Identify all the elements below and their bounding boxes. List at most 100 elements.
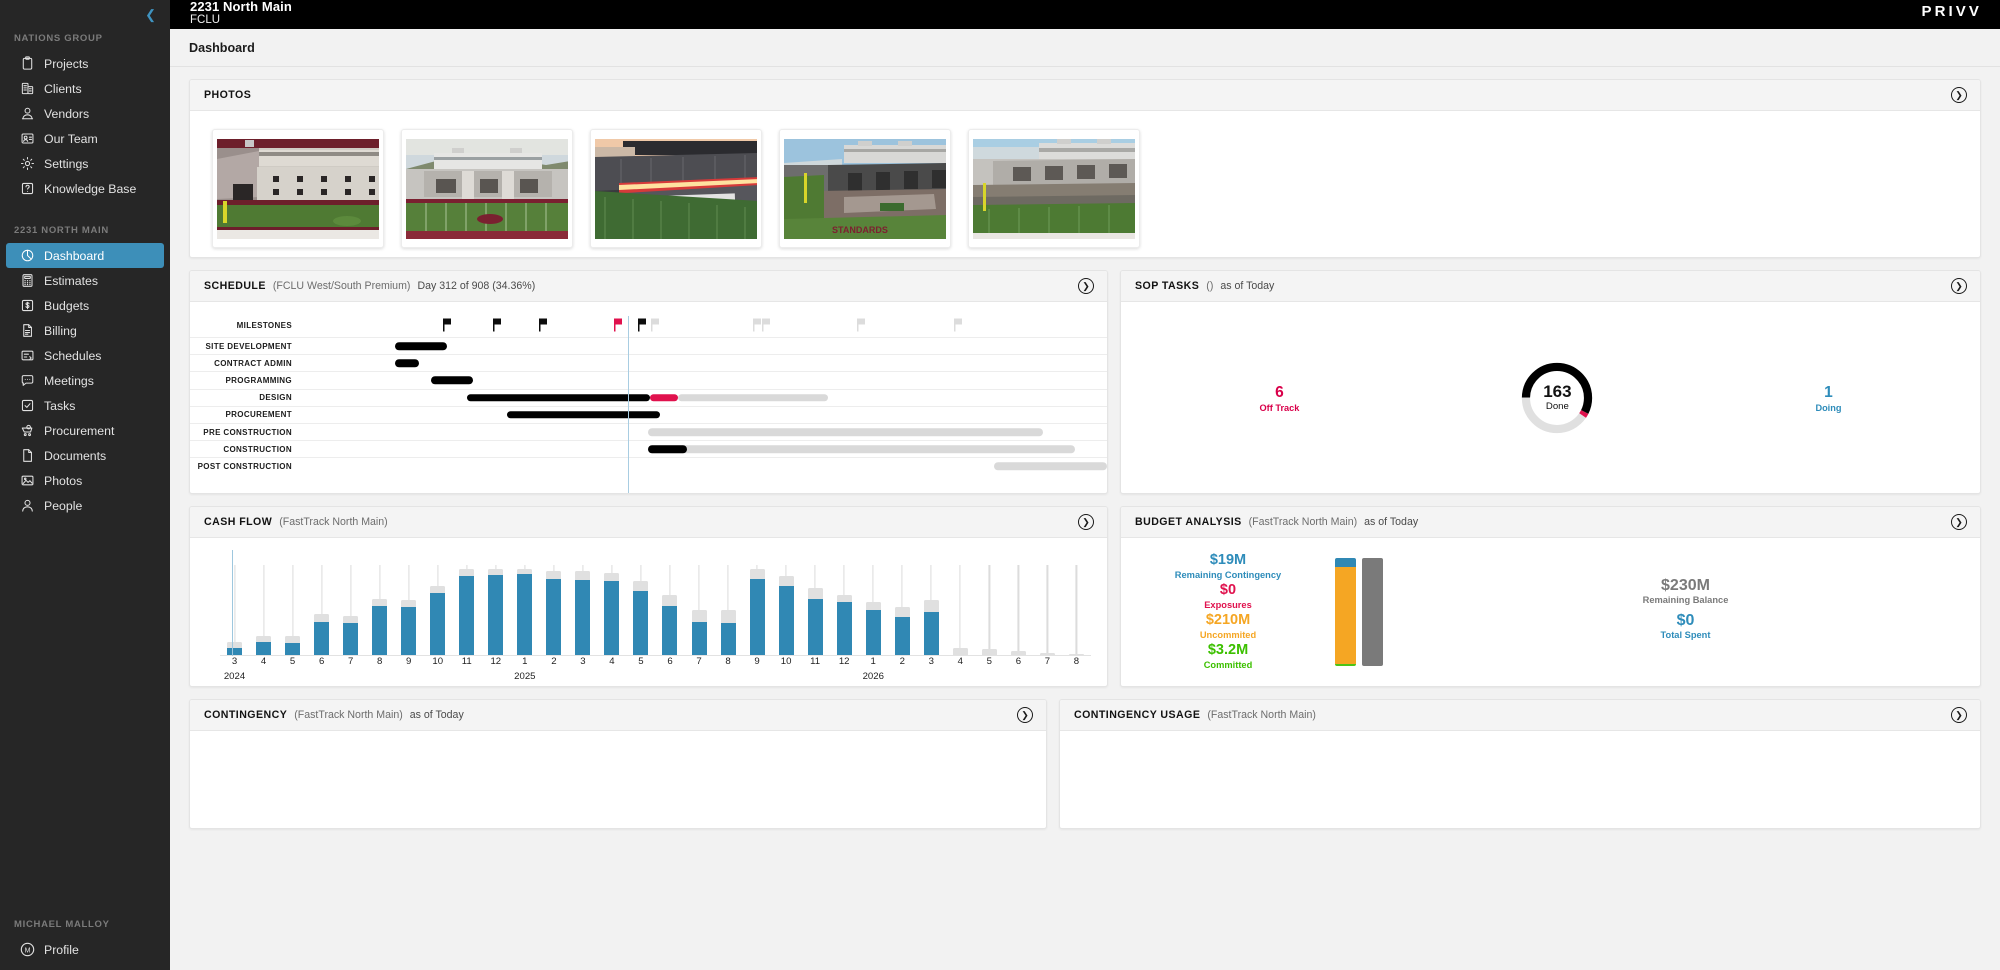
photo-thumbnail[interactable] xyxy=(590,129,762,248)
cash-flow-column[interactable] xyxy=(307,548,336,655)
cash-flow-column[interactable] xyxy=(743,548,772,655)
gantt-bar[interactable] xyxy=(677,393,828,402)
cash-flow-projected-segment xyxy=(430,585,446,593)
cash-flow-column[interactable] xyxy=(1033,548,1062,655)
circle-chevron-right-icon[interactable]: ❯ xyxy=(1951,278,1967,294)
clipboard-icon xyxy=(20,56,35,71)
milestone-flag-icon[interactable] xyxy=(857,318,866,332)
sop-doing-stat[interactable]: 1 Doing xyxy=(1815,383,1841,413)
gantt-bar[interactable] xyxy=(394,342,447,350)
sidebar-item-clients[interactable]: Clients xyxy=(6,76,164,101)
circle-chevron-right-icon[interactable]: ❯ xyxy=(1017,707,1033,723)
cash-flow-card: CASH FLOW (FastTrack North Main) ❯ 3 4 5… xyxy=(189,506,1108,687)
sidebar-item-documents[interactable]: Documents xyxy=(6,443,164,468)
cash-flow-column[interactable] xyxy=(975,548,1004,655)
gantt-bar[interactable] xyxy=(394,359,419,368)
cash-flow-projected-segment xyxy=(575,571,591,580)
photo-thumbnail[interactable] xyxy=(968,129,1140,248)
milestone-flag-icon[interactable] xyxy=(954,318,963,332)
gantt-bar[interactable] xyxy=(648,445,687,453)
sidebar-collapse-button[interactable]: ❮ xyxy=(0,0,170,24)
sidebar-item-budgets[interactable]: Budgets xyxy=(6,293,164,318)
contingency-usage-card-body xyxy=(1060,731,1980,828)
gantt-bar[interactable] xyxy=(467,393,650,402)
sidebar-item-schedules[interactable]: Schedules xyxy=(6,343,164,368)
cash-flow-column[interactable] xyxy=(539,548,568,655)
cash-flow-column[interactable] xyxy=(452,548,481,655)
milestone-flag-icon[interactable] xyxy=(651,318,660,332)
sop-offtrack-stat[interactable]: 6 Off Track xyxy=(1260,383,1300,413)
cash-flow-projected-segment xyxy=(604,572,620,581)
cash-flow-column[interactable] xyxy=(655,548,684,655)
sidebar-item-profile[interactable]: M Profile xyxy=(6,937,164,962)
cash-flow-month-label: 9 xyxy=(406,656,412,667)
circle-chevron-right-icon[interactable]: ❯ xyxy=(1078,514,1094,530)
sidebar-item-knowledge-base[interactable]: Knowledge Base xyxy=(6,176,164,201)
cash-flow-column[interactable] xyxy=(917,548,946,655)
milestone-flag-icon[interactable] xyxy=(442,318,452,332)
photo-thumbnail[interactable] xyxy=(212,129,384,248)
circle-chevron-right-icon[interactable]: ❯ xyxy=(1078,278,1094,294)
cash-flow-actual-segment xyxy=(343,622,359,655)
cash-flow-actual-segment xyxy=(749,578,765,655)
milestone-flag-icon[interactable] xyxy=(761,318,771,332)
milestone-flag-icon[interactable] xyxy=(637,318,647,332)
cash-flow-column[interactable] xyxy=(685,548,714,655)
circle-chevron-right-icon[interactable]: ❯ xyxy=(1951,514,1967,530)
cash-flow-column[interactable] xyxy=(830,548,859,655)
gantt-bar[interactable] xyxy=(507,411,661,419)
cash-flow-month-label: 5 xyxy=(986,656,992,667)
circle-chevron-right-icon[interactable]: ❯ xyxy=(1951,87,1967,103)
sidebar-item-settings[interactable]: Settings xyxy=(6,151,164,176)
photos-card: PHOTOS ❯ STANDARDS xyxy=(189,79,1981,258)
sidebar-item-label: Our Team xyxy=(44,131,98,146)
cash-flow-column[interactable] xyxy=(568,548,597,655)
cash-flow-column[interactable] xyxy=(626,548,655,655)
sidebar-item-our-team[interactable]: Our Team xyxy=(6,126,164,151)
gantt-bar[interactable] xyxy=(648,445,1075,453)
cash-flow-column[interactable] xyxy=(365,548,394,655)
cash-flow-column[interactable] xyxy=(394,548,423,655)
cash-flow-column[interactable] xyxy=(278,548,307,655)
cash-flow-column[interactable] xyxy=(510,548,539,655)
cash-flow-column[interactable] xyxy=(772,548,801,655)
milestone-flag-icon[interactable] xyxy=(539,318,548,332)
sidebar-item-vendors[interactable]: Vendors xyxy=(6,101,164,126)
sidebar-item-label: Photos xyxy=(44,473,83,488)
cash-flow-column[interactable] xyxy=(481,548,510,655)
gantt-bar[interactable] xyxy=(648,428,1043,436)
photo-thumbnail[interactable] xyxy=(401,129,573,248)
page-title: Dashboard xyxy=(189,40,255,55)
sidebar-item-dashboard[interactable]: Dashboard xyxy=(6,243,164,268)
sidebar-item-tasks[interactable]: Tasks xyxy=(6,393,164,418)
cash-flow-column[interactable] xyxy=(801,548,830,655)
gantt-bar[interactable] xyxy=(430,376,473,385)
gantt-bar[interactable] xyxy=(649,393,678,402)
sidebar-item-estimates[interactable]: Estimates xyxy=(6,268,164,293)
photo-thumbnail[interactable]: STANDARDS xyxy=(779,129,951,248)
cash-flow-column[interactable] xyxy=(946,548,975,655)
cash-flow-column[interactable] xyxy=(1004,548,1033,655)
cash-flow-column[interactable] xyxy=(859,548,888,655)
sidebar-item-billing[interactable]: Billing xyxy=(6,318,164,343)
cash-flow-column[interactable] xyxy=(1062,548,1091,655)
cash-flow-projected-segment xyxy=(662,595,678,607)
budget-asof: as of Today xyxy=(1364,516,1419,528)
milestone-flag-icon[interactable] xyxy=(752,318,762,332)
cash-flow-column[interactable] xyxy=(336,548,365,655)
cash-flow-column[interactable] xyxy=(888,548,917,655)
sidebar-item-procurement[interactable]: Procurement xyxy=(6,418,164,443)
milestone-flag-icon[interactable] xyxy=(614,318,623,332)
cash-flow-column[interactable] xyxy=(220,548,249,655)
sidebar-item-meetings[interactable]: Meetings xyxy=(6,368,164,393)
sidebar-item-projects[interactable]: Projects xyxy=(6,51,164,76)
gantt-bar[interactable] xyxy=(994,462,1107,471)
cash-flow-column[interactable] xyxy=(597,548,626,655)
circle-chevron-right-icon[interactable]: ❯ xyxy=(1951,707,1967,723)
milestone-flag-icon[interactable] xyxy=(492,318,502,332)
sidebar-item-people[interactable]: People xyxy=(6,493,164,518)
sidebar-item-photos[interactable]: Photos xyxy=(6,468,164,493)
cash-flow-column[interactable] xyxy=(714,548,743,655)
cash-flow-column[interactable] xyxy=(249,548,278,655)
cash-flow-column[interactable] xyxy=(423,548,452,655)
